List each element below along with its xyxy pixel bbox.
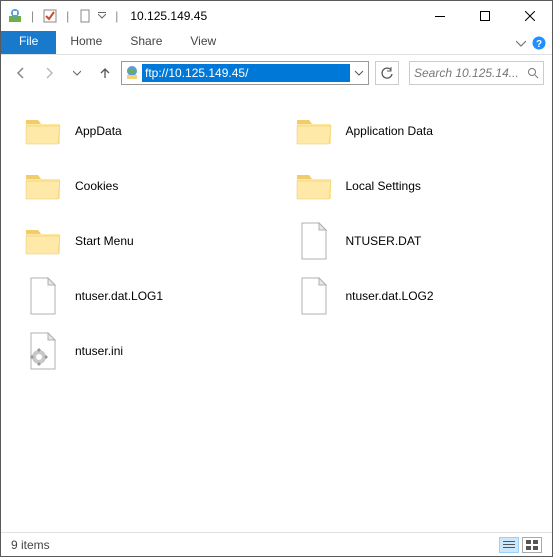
list-item[interactable]: Application Data bbox=[282, 103, 553, 158]
maximize-button[interactable] bbox=[462, 1, 507, 31]
folder-icon bbox=[23, 221, 63, 261]
item-label: NTUSER.DAT bbox=[346, 234, 422, 248]
ribbon-expand-icon[interactable] bbox=[516, 38, 526, 48]
ribbon-tabs: File Home Share View ? bbox=[1, 31, 552, 55]
address-icon bbox=[122, 65, 142, 81]
status-count: 9 items bbox=[11, 538, 50, 552]
file-icon bbox=[294, 276, 334, 316]
folder-icon bbox=[294, 111, 334, 151]
search-placeholder: Search 10.125.14... bbox=[414, 66, 527, 80]
content-area: AppData Application Data Cookies Local Sett… bbox=[1, 91, 552, 532]
item-label: ntuser.dat.LOG1 bbox=[75, 289, 163, 303]
svg-text:?: ? bbox=[536, 39, 542, 50]
up-button[interactable] bbox=[93, 61, 117, 85]
item-label: Local Settings bbox=[346, 179, 421, 193]
settings-file-icon bbox=[23, 331, 63, 371]
folder-icon bbox=[23, 111, 63, 151]
caption-buttons bbox=[417, 1, 552, 31]
document-qat-icon[interactable] bbox=[77, 8, 93, 24]
list-item[interactable]: Cookies bbox=[11, 158, 282, 213]
item-label: ntuser.dat.LOG2 bbox=[346, 289, 434, 303]
list-item[interactable]: Start Menu bbox=[11, 213, 282, 268]
separator: | bbox=[66, 9, 69, 23]
address-bar[interactable] bbox=[121, 61, 369, 85]
file-icon bbox=[23, 276, 63, 316]
statusbar: 9 items bbox=[1, 532, 552, 556]
search-icon bbox=[527, 67, 539, 79]
item-label: ntuser.ini bbox=[75, 344, 123, 358]
view-large-icons-button[interactable] bbox=[522, 537, 542, 553]
quick-access-toolbar: | | | bbox=[1, 8, 122, 24]
help-icon[interactable]: ? bbox=[532, 36, 546, 50]
tab-file[interactable]: File bbox=[1, 31, 56, 54]
qat-dropdown-icon[interactable] bbox=[97, 8, 107, 24]
folder-icon bbox=[23, 166, 63, 206]
tab-view[interactable]: View bbox=[176, 31, 230, 54]
address-dropdown-icon[interactable] bbox=[350, 68, 368, 78]
list-item[interactable]: ntuser.ini bbox=[11, 323, 282, 378]
list-item[interactable]: ntuser.dat.LOG2 bbox=[282, 268, 553, 323]
back-button[interactable] bbox=[9, 61, 33, 85]
search-box[interactable]: Search 10.125.14... bbox=[409, 61, 544, 85]
view-details-button[interactable] bbox=[499, 537, 519, 553]
item-label: Start Menu bbox=[75, 234, 134, 248]
tab-share[interactable]: Share bbox=[116, 31, 176, 54]
recent-locations-button[interactable] bbox=[65, 61, 89, 85]
forward-button[interactable] bbox=[37, 61, 61, 85]
minimize-button[interactable] bbox=[417, 1, 462, 31]
item-label: Application Data bbox=[346, 124, 433, 138]
titlebar: | | | 10.125.149.45 bbox=[1, 1, 552, 31]
file-icon bbox=[294, 221, 334, 261]
list-item[interactable]: Local Settings bbox=[282, 158, 553, 213]
separator: | bbox=[31, 9, 34, 23]
separator: | bbox=[115, 9, 118, 23]
item-label: AppData bbox=[75, 124, 122, 138]
list-item[interactable]: NTUSER.DAT bbox=[282, 213, 553, 268]
navigation-bar: Search 10.125.14... bbox=[1, 55, 552, 91]
app-icon bbox=[7, 8, 23, 24]
folder-icon bbox=[294, 166, 334, 206]
address-input[interactable] bbox=[142, 64, 350, 82]
refresh-button[interactable] bbox=[375, 61, 399, 85]
list-item[interactable]: ntuser.dat.LOG1 bbox=[11, 268, 282, 323]
list-item[interactable]: AppData bbox=[11, 103, 282, 158]
item-label: Cookies bbox=[75, 179, 118, 193]
checkbox-qat-icon[interactable] bbox=[42, 8, 58, 24]
tab-home[interactable]: Home bbox=[56, 31, 116, 54]
window-title: 10.125.149.45 bbox=[130, 9, 417, 23]
close-button[interactable] bbox=[507, 1, 552, 31]
